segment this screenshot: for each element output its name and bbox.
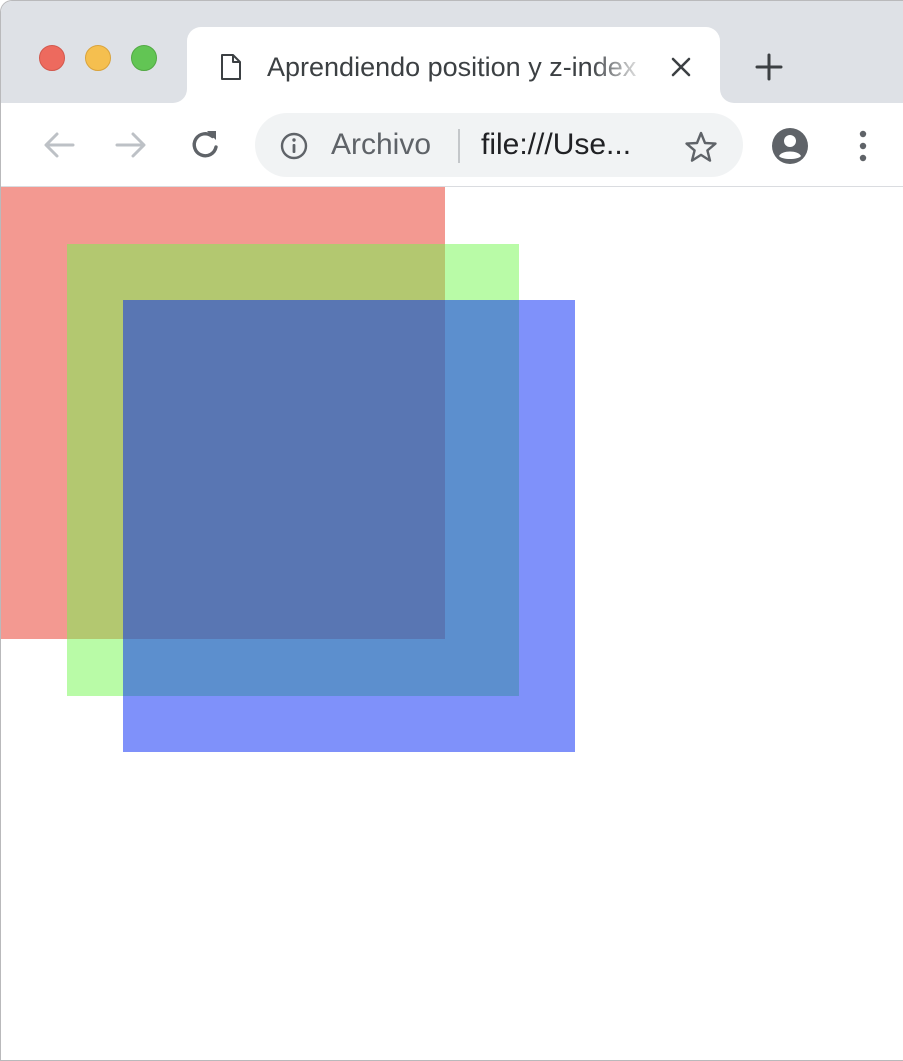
window-minimize-button[interactable] [85, 45, 111, 71]
blue-box [123, 300, 575, 752]
browser-tab-active[interactable]: Aprendiendo position y z-index [187, 27, 720, 103]
account-circle-icon[interactable] [771, 127, 809, 165]
browser-toolbar: Archivo file:///Use... [1, 103, 903, 187]
star-icon[interactable] [683, 129, 719, 165]
arrow-right-icon[interactable] [111, 125, 151, 165]
reload-icon[interactable] [185, 125, 225, 165]
browser-window: Aprendiendo position y z-index Archivo f… [0, 0, 903, 1061]
info-icon[interactable] [279, 131, 309, 161]
window-close-button[interactable] [39, 45, 65, 71]
tab-title: Aprendiendo position y z-index [267, 52, 637, 82]
omnibox-divider [458, 129, 460, 163]
arrow-left-icon[interactable] [39, 125, 79, 165]
address-bar[interactable]: Archivo file:///Use... [255, 113, 743, 177]
tab-strip: Aprendiendo position y z-index [1, 1, 903, 103]
scheme-label: Archivo [331, 128, 432, 161]
page-viewport [1, 187, 903, 1060]
window-maximize-button[interactable] [131, 45, 157, 71]
url-text[interactable]: file:///Use... [481, 126, 631, 164]
plus-icon[interactable] [751, 49, 787, 85]
document-icon [221, 54, 241, 80]
close-icon[interactable] [665, 51, 697, 83]
more-vertical-icon[interactable] [853, 127, 873, 165]
